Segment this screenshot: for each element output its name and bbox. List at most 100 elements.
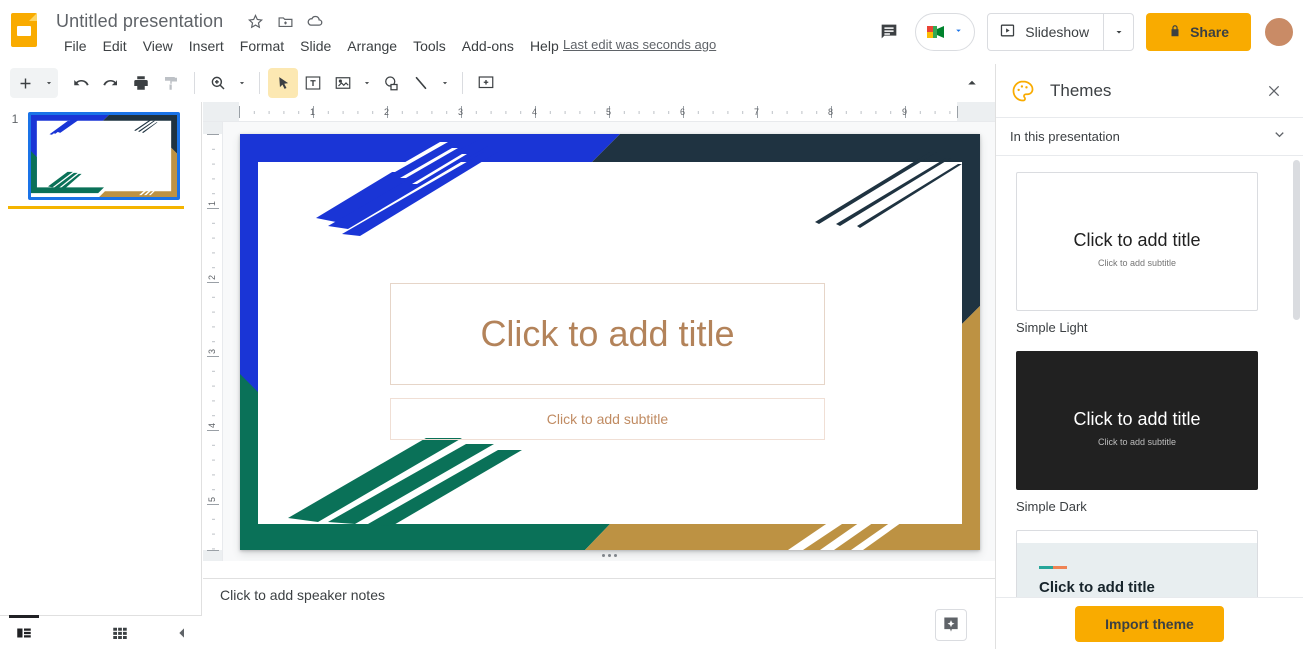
collapse-toolbar-button[interactable] — [957, 68, 987, 98]
google-meet-button[interactable] — [915, 13, 976, 51]
slide-filmstrip: 1 — [0, 102, 202, 615]
canvas-area: 1 2 3 4 5 6 7 8 9 1 2 3 4 5 Click to add… — [203, 102, 995, 561]
toolbar-divider-3 — [462, 72, 463, 94]
speaker-notes-pane[interactable]: Click to add speaker notes — [203, 578, 995, 649]
zoom-caret-icon[interactable] — [233, 68, 251, 98]
menu-format[interactable]: Format — [232, 34, 292, 58]
theme-thumb-accent-rule — [1039, 566, 1067, 569]
share-button[interactable]: Share — [1146, 13, 1251, 51]
star-icon[interactable] — [246, 12, 264, 30]
menu-insert[interactable]: Insert — [181, 34, 232, 58]
top-bar: Untitled presentation File Edit View Ins… — [0, 0, 1303, 64]
google-meet-icon — [924, 22, 950, 42]
menu-edit[interactable]: Edit — [95, 34, 135, 58]
ruler-tick-4: 4 — [532, 107, 538, 117]
slideshow-options-caret[interactable] — [1103, 14, 1133, 50]
menu-slide[interactable]: Slide — [292, 34, 339, 58]
slideshow-button[interactable]: Slideshow — [988, 14, 1103, 50]
print-button[interactable] — [126, 68, 156, 98]
themes-panel: Themes In this presentation Click to add… — [995, 64, 1303, 649]
vertical-ruler[interactable]: 1 2 3 4 5 — [203, 122, 223, 561]
slideshow-label: Slideshow — [1025, 24, 1090, 40]
menu-addons[interactable]: Add-ons — [454, 34, 522, 58]
speaker-notes-placeholder: Click to add speaker notes — [220, 587, 385, 603]
new-slide-button[interactable] — [10, 68, 40, 98]
themes-scope-selector[interactable]: In this presentation — [996, 118, 1303, 156]
ruler-tick-2: 2 — [384, 107, 390, 117]
menu-view[interactable]: View — [135, 34, 181, 58]
avatar[interactable] — [1263, 16, 1295, 48]
new-slide-caret-icon[interactable] — [40, 68, 58, 98]
vruler-tick-4: 4 — [207, 423, 217, 429]
ruler-tick-7: 7 — [754, 107, 760, 117]
themes-scope-label: In this presentation — [1010, 129, 1120, 144]
shape-button[interactable] — [376, 68, 406, 98]
line-caret-icon[interactable] — [436, 68, 454, 98]
ruler-tick-1: 1 — [310, 107, 316, 117]
slide-thumbnail[interactable] — [28, 112, 180, 200]
slide-title-placeholder[interactable]: Click to add title — [390, 283, 825, 385]
vruler-tick-5: 5 — [207, 497, 217, 503]
title-icon-group — [246, 12, 324, 30]
insert-image-caret-icon[interactable] — [358, 68, 376, 98]
ruler-tick-3: 3 — [458, 107, 464, 117]
menu-arrange[interactable]: Arrange — [339, 34, 405, 58]
bottom-bar — [0, 615, 202, 649]
add-comment-button[interactable] — [471, 68, 501, 98]
theme-thumbnail[interactable]: Click to add title — [1016, 530, 1258, 597]
slide-title-text: Click to add title — [480, 313, 735, 354]
theme-card-simple-light: Click to add title Click to add subtitle… — [1016, 172, 1283, 335]
slide-stage[interactable]: Click to add title Click to add subtitle — [223, 122, 995, 561]
close-icon[interactable] — [1261, 78, 1287, 104]
theme-thumb-title: Click to add title — [1039, 579, 1155, 596]
top-right-actions: Slideshow Share — [869, 10, 1303, 54]
theme-thumbnail[interactable]: Click to add title Click to add subtitle — [1016, 351, 1258, 490]
menu-help[interactable]: Help — [522, 34, 567, 58]
redo-button[interactable] — [96, 68, 126, 98]
slide-surface[interactable]: Click to add title Click to add subtitle — [240, 134, 980, 550]
grid-view-button[interactable] — [96, 616, 144, 649]
zoom-button[interactable] — [203, 68, 233, 98]
vruler-tick-3: 3 — [207, 349, 217, 355]
new-slide-group — [10, 68, 58, 98]
theme-thumbnail[interactable]: Click to add title Click to add subtitle — [1016, 172, 1258, 311]
slide-thumbnail-content — [31, 115, 177, 197]
document-title[interactable]: Untitled presentation — [56, 8, 223, 34]
theme-thumb-title: Click to add title — [1073, 230, 1201, 250]
text-box-button[interactable] — [298, 68, 328, 98]
menu-bar: File Edit View Insert Format Slide Arran… — [56, 34, 567, 58]
theme-card-simple-dark: Click to add title Click to add subtitle… — [1016, 351, 1283, 514]
theme-name-label: Simple Dark — [1016, 499, 1087, 514]
themes-scrollbar[interactable] — [1293, 160, 1300, 320]
insert-image-button[interactable] — [328, 68, 358, 98]
collapse-filmstrip-button[interactable] — [168, 619, 196, 647]
cloud-saved-icon[interactable] — [306, 12, 324, 30]
last-edit-status[interactable]: Last edit was seconds ago — [563, 37, 716, 52]
explore-button[interactable] — [935, 609, 967, 641]
menu-file[interactable]: File — [56, 34, 95, 58]
comment-history-icon[interactable] — [869, 12, 909, 52]
filmstrip-view-button[interactable] — [0, 615, 48, 649]
menu-tools[interactable]: Tools — [405, 34, 454, 58]
ruler-tick-8: 8 — [828, 107, 834, 117]
themes-footer: Import theme — [996, 597, 1303, 649]
theme-card-streamline: Click to add title Streamline — [1016, 530, 1283, 597]
palette-icon — [1010, 78, 1036, 104]
select-tool-button[interactable] — [268, 68, 298, 98]
themes-list[interactable]: Click to add title Click to add subtitle… — [996, 156, 1303, 597]
slideshow-group: Slideshow — [987, 13, 1135, 51]
slide-subtitle-placeholder[interactable]: Click to add subtitle — [390, 398, 825, 440]
filmstrip-slide-1[interactable]: 1 — [0, 102, 201, 209]
themes-panel-title: Themes — [1050, 80, 1112, 100]
chevron-down-icon — [953, 23, 964, 41]
import-theme-button[interactable]: Import theme — [1075, 605, 1224, 642]
chevron-down-icon — [1272, 127, 1287, 147]
paint-format-button[interactable] — [156, 68, 186, 98]
line-button[interactable] — [406, 68, 436, 98]
slides-logo-icon[interactable] — [8, 8, 40, 52]
notes-resize-handle[interactable] — [591, 550, 627, 560]
undo-button[interactable] — [66, 68, 96, 98]
move-to-folder-icon[interactable] — [276, 12, 294, 30]
themes-header: Themes — [996, 64, 1303, 118]
horizontal-ruler[interactable]: 1 2 3 4 5 6 7 8 9 — [203, 102, 995, 122]
